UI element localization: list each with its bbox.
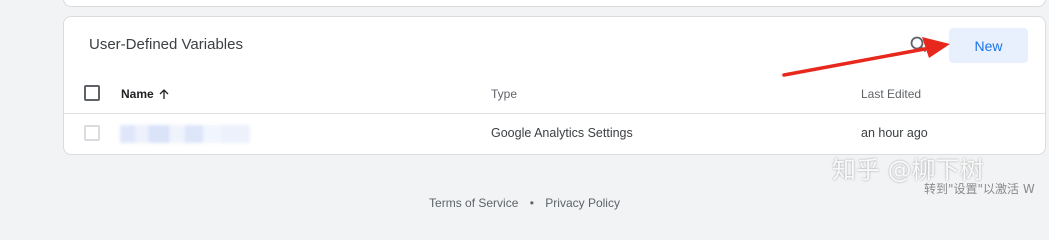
card-title: User-Defined Variables bbox=[89, 36, 243, 53]
select-all-checkbox[interactable] bbox=[84, 85, 100, 101]
footer-separator: • bbox=[529, 196, 534, 210]
column-header-name[interactable]: Name bbox=[121, 87, 170, 101]
new-button[interactable]: New bbox=[949, 28, 1028, 63]
footer: Terms of Service • Privacy Policy bbox=[0, 196, 1049, 210]
user-defined-variables-card: User-Defined Variables New Name Type Las… bbox=[63, 16, 1046, 155]
terms-of-service-link[interactable]: Terms of Service bbox=[429, 196, 518, 210]
column-header-type[interactable]: Type bbox=[491, 87, 517, 101]
privacy-policy-link[interactable]: Privacy Policy bbox=[545, 196, 620, 210]
row-checkbox[interactable] bbox=[84, 125, 100, 141]
table-header: Name Type Last Edited bbox=[64, 75, 1045, 114]
search-icon[interactable] bbox=[909, 35, 929, 55]
variable-name-redacted[interactable] bbox=[120, 125, 250, 143]
variable-last-edited: an hour ago bbox=[861, 126, 928, 140]
table-row[interactable]: Google Analytics Settings an hour ago bbox=[64, 114, 1045, 152]
windows-activation-text: 转到"设置"以激活 W bbox=[924, 182, 1035, 196]
column-header-name-label: Name bbox=[121, 87, 154, 101]
arrow-up-icon bbox=[159, 89, 169, 99]
previous-card-bottom bbox=[63, 0, 1046, 7]
variable-type: Google Analytics Settings bbox=[491, 126, 633, 140]
column-header-last-edited[interactable]: Last Edited bbox=[861, 87, 921, 101]
